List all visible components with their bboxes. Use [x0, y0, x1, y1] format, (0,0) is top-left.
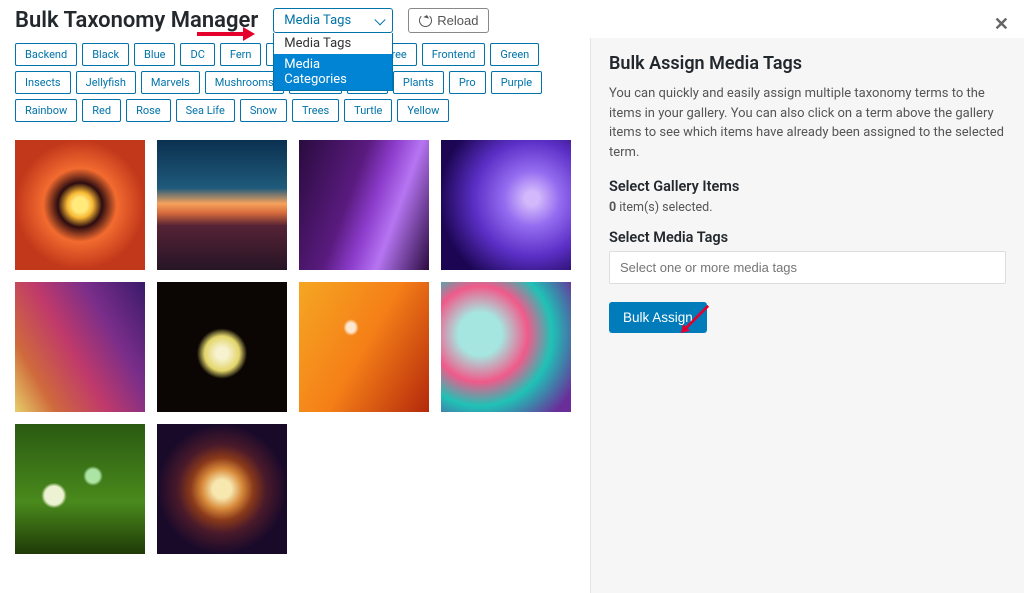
- tag-button[interactable]: Pro: [449, 71, 486, 94]
- tag-button[interactable]: Marvels: [141, 71, 200, 94]
- gallery-thumbnail[interactable]: [299, 140, 429, 270]
- gallery-thumbnail[interactable]: [157, 424, 287, 554]
- annotation-arrow-dropdown: [195, 25, 255, 43]
- dropdown-option-media-categories[interactable]: Media Categories: [274, 54, 392, 90]
- select-items-heading: Select Gallery Items: [609, 178, 1006, 195]
- tag-button[interactable]: Sea Life: [176, 99, 235, 122]
- gallery-thumbnail[interactable]: [157, 140, 287, 270]
- tag-button[interactable]: Yellow: [397, 99, 449, 122]
- tag-button[interactable]: Turtle: [344, 99, 392, 122]
- tag-button[interactable]: Frontend: [422, 43, 486, 66]
- panel-description: You can quickly and easily assign multip…: [609, 84, 1006, 162]
- taxonomy-select-value: Media Tags: [284, 13, 351, 28]
- taxonomy-dropdown: Media Tags Media Categories: [273, 33, 393, 91]
- gallery-thumbnail[interactable]: [157, 282, 287, 412]
- gallery-thumbnail[interactable]: [15, 282, 145, 412]
- gallery-grid: [15, 140, 575, 554]
- tag-button[interactable]: DC: [180, 43, 214, 66]
- tag-button[interactable]: Red: [82, 99, 121, 122]
- tag-button[interactable]: Jellyfish: [76, 71, 136, 94]
- tag-button[interactable]: Mushrooms: [205, 71, 284, 94]
- tag-button[interactable]: Purple: [491, 71, 542, 94]
- main-layout: BackendBlackBlueDCFernFishFlowersFreeFro…: [0, 38, 1024, 593]
- left-column: BackendBlackBlueDCFernFishFlowersFreeFro…: [0, 38, 590, 593]
- bulk-assign-panel: Bulk Assign Media Tags You can quickly a…: [590, 38, 1024, 593]
- selected-count-suffix: item(s) selected.: [616, 200, 712, 215]
- tag-button[interactable]: Blue: [134, 43, 175, 66]
- close-button[interactable]: ✕: [994, 14, 1009, 35]
- panel-heading: Bulk Assign Media Tags: [609, 53, 1006, 74]
- tag-button[interactable]: Black: [82, 43, 129, 66]
- reload-label: Reload: [437, 13, 478, 28]
- gallery-thumbnail[interactable]: [15, 140, 145, 270]
- tag-button[interactable]: Snow: [240, 99, 287, 122]
- tag-button[interactable]: Rainbow: [15, 99, 77, 122]
- tag-button[interactable]: Insects: [15, 71, 71, 94]
- reload-button[interactable]: Reload: [408, 8, 489, 33]
- selected-count: 0 item(s) selected.: [609, 200, 1006, 215]
- dropdown-option-media-tags[interactable]: Media Tags: [274, 33, 392, 54]
- tag-button[interactable]: Green: [490, 43, 539, 66]
- tag-button[interactable]: Fern: [220, 43, 262, 66]
- gallery-thumbnail[interactable]: [441, 282, 571, 412]
- tag-button[interactable]: Backend: [15, 43, 77, 66]
- tag-button[interactable]: Rose: [126, 99, 171, 122]
- taxonomy-select[interactable]: Media Tags: [273, 8, 393, 33]
- gallery-thumbnail[interactable]: [441, 140, 571, 270]
- gallery-thumbnail[interactable]: [299, 282, 429, 412]
- taxonomy-select-wrap: Media Tags Media Tags Media Categories: [273, 8, 393, 33]
- reload-icon: [419, 14, 432, 27]
- gallery-thumbnail[interactable]: [15, 424, 145, 554]
- tag-button[interactable]: Trees: [292, 99, 339, 122]
- tag-button[interactable]: Plants: [393, 71, 444, 94]
- select-tags-heading: Select Media Tags: [609, 229, 1006, 246]
- media-tags-input[interactable]: [609, 251, 1006, 284]
- header-bar: Bulk Taxonomy Manager Media Tags Media T…: [0, 0, 1024, 38]
